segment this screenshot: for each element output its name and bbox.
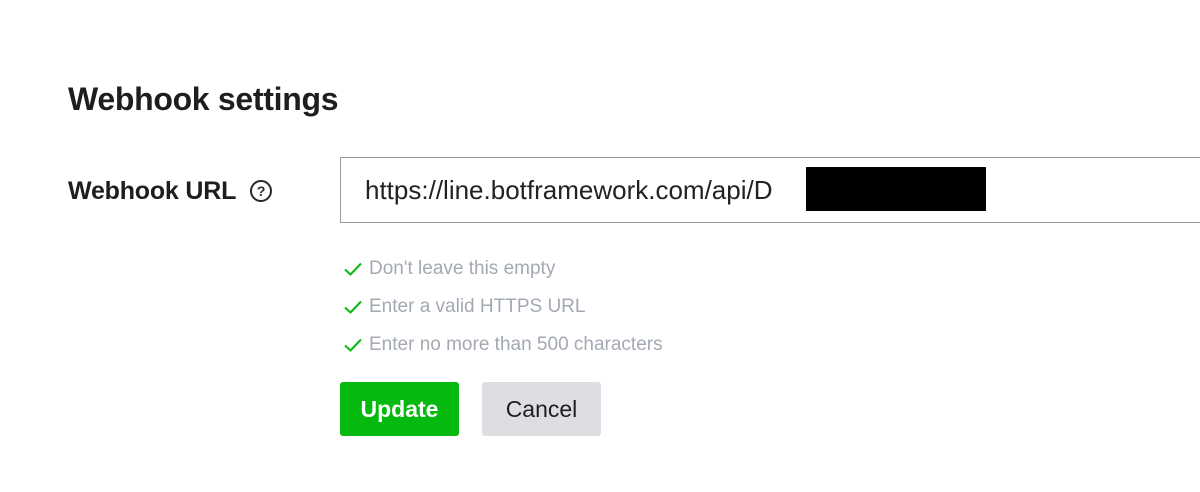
webhook-url-label-row: Webhook URL ? [68, 172, 273, 210]
cancel-button[interactable]: Cancel [482, 382, 601, 436]
webhook-url-input[interactable] [341, 158, 1200, 222]
check-icon [344, 262, 362, 276]
validation-rule-text: Don't leave this empty [369, 258, 556, 279]
webhook-url-field[interactable] [340, 157, 1200, 223]
form-actions: Update Cancel [340, 382, 601, 436]
update-button[interactable]: Update [340, 382, 459, 436]
webhook-url-label: Webhook URL [68, 176, 237, 205]
redaction-block [806, 167, 986, 211]
validation-rule: Enter no more than 500 characters [343, 326, 663, 364]
validation-rule-text: Enter a valid HTTPS URL [369, 296, 586, 317]
webhook-settings-page: Webhook settings Webhook URL ? Don't lea… [0, 0, 1200, 492]
validation-rule: Enter a valid HTTPS URL [343, 288, 663, 326]
check-icon [344, 338, 362, 352]
validation-rule-text: Enter no more than 500 characters [369, 334, 663, 355]
section-title: Webhook settings [68, 81, 339, 117]
validation-rule: Don't leave this empty [343, 250, 663, 288]
help-icon[interactable]: ? [250, 180, 273, 202]
check-icon [344, 300, 362, 314]
validation-rules: Don't leave this empty Enter a valid HTT… [343, 250, 663, 364]
